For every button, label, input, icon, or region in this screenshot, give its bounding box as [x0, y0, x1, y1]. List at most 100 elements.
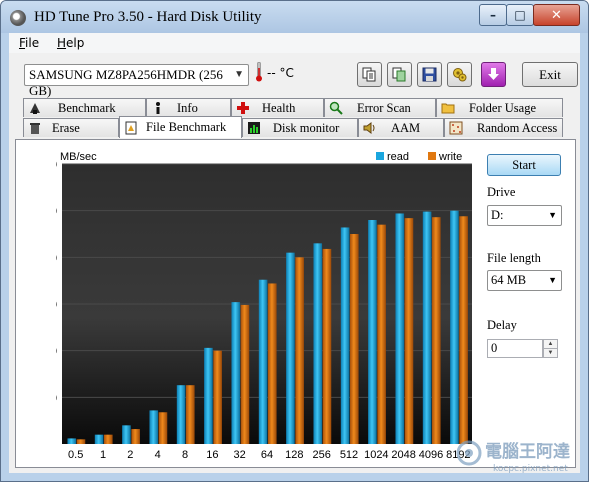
tab-error-scan[interactable]: Error Scan [324, 98, 436, 117]
x-tick-label: 8 [182, 449, 188, 461]
write-bar [322, 248, 332, 444]
delay-decrement-button[interactable]: ▼ [543, 348, 558, 358]
download-icon [488, 68, 499, 80]
write-bar [295, 257, 304, 444]
file-benchmark-panel: MB/sec readwrite 50100150200250300 0.512… [15, 139, 576, 468]
temperature-readout: -- °C [267, 66, 294, 80]
tab-random-access[interactable]: Random Access [444, 118, 563, 137]
read-bar [176, 385, 186, 444]
folder-icon [441, 103, 455, 114]
options-button[interactable] [447, 62, 472, 87]
tab-benchmark[interactable]: Benchmark [23, 98, 146, 117]
app-icon [10, 10, 26, 26]
drive-select[interactable]: SAMSUNG MZ8PA256HMDR (256 GB) ▼ [24, 64, 249, 98]
drive-label: Drive [487, 185, 516, 199]
read-bar [231, 302, 241, 444]
tab-aam[interactable]: AAM [358, 118, 444, 137]
x-tick-label: 4096 [419, 449, 443, 461]
copy-text-icon [362, 67, 376, 82]
write-bar [158, 412, 168, 444]
file-length-select[interactable]: 64 MB ▼ [487, 270, 562, 291]
delay-label: Delay [487, 318, 517, 332]
menu-bar: File Help [9, 33, 580, 53]
read-bar [340, 227, 350, 444]
benchmark-chart: MB/sec readwrite 50100150200250300 0.512… [56, 151, 472, 461]
tab-disk-monitor[interactable]: Disk monitor [242, 118, 358, 137]
tab-info[interactable]: Info [146, 98, 231, 117]
y-tick-label: 250 [56, 206, 57, 218]
read-bar [450, 210, 459, 444]
save-button[interactable] [417, 62, 442, 87]
thermometer-icon [256, 62, 262, 82]
trash-icon [30, 123, 40, 134]
maximize-button[interactable]: □ [506, 4, 534, 26]
x-tick-label: 1024 [364, 449, 388, 461]
read-bar [286, 252, 295, 444]
benchmark-icon [30, 103, 40, 114]
start-button[interactable]: Start [487, 154, 561, 176]
copy-screen-icon [392, 67, 406, 82]
chevron-down-icon: ▼ [234, 69, 244, 80]
write-bar [240, 304, 250, 444]
read-bar [122, 425, 131, 444]
write-bar [268, 283, 277, 444]
read-bar [313, 243, 323, 444]
y-tick-label: 300 [56, 159, 57, 171]
minimize-button[interactable]: – [479, 4, 507, 26]
menu-help[interactable]: Help [57, 36, 84, 50]
y-tick-label: 100 [56, 346, 57, 358]
watermark-logo: 電腦王阿達 kocpc.pixnet.net [456, 440, 570, 474]
tab-folder-usage[interactable]: Folder Usage [436, 98, 563, 117]
file-benchmark-icon [125, 121, 137, 134]
x-tick-label: 1 [100, 449, 106, 461]
write-bar [350, 234, 359, 444]
x-tick-label: 0.5 [68, 449, 83, 461]
window-title: HD Tune Pro 3.50 - Hard Disk Utility [34, 9, 262, 25]
write-bar [432, 217, 441, 444]
read-bar [149, 410, 159, 444]
write-legend-label: write [438, 151, 462, 163]
delay-value: 0 [491, 341, 498, 355]
delay-input[interactable]: 0 [487, 339, 543, 358]
x-tick-label: 256 [312, 449, 330, 461]
client-area: File Help SAMSUNG MZ8PA256HMDR (256 GB) … [9, 33, 580, 473]
tab-file-benchmark[interactable]: File Benchmark [119, 116, 242, 138]
disk-monitor-icon [248, 122, 260, 134]
file-length-value: 64 MB [491, 273, 527, 287]
close-button[interactable]: ✕ [533, 4, 580, 26]
menu-file[interactable]: File [19, 36, 39, 50]
title-bar[interactable]: HD Tune Pro 3.50 - Hard Disk Utility – □… [1, 1, 588, 33]
exit-button[interactable]: Exit [522, 62, 578, 87]
maximize-icon: □ [514, 8, 526, 22]
x-tick-label: 2048 [391, 449, 415, 461]
copy-screenshot-button[interactable] [387, 62, 412, 87]
write-bar [131, 429, 140, 444]
write-legend-swatch [428, 152, 436, 160]
speaker-icon [363, 122, 375, 134]
tab-health[interactable]: Health [231, 98, 324, 117]
drive-letter-select[interactable]: D: ▼ [487, 205, 562, 226]
health-icon [237, 102, 249, 114]
random-access-icon [449, 121, 463, 135]
drive-letter-value: D: [491, 208, 504, 222]
y-tick-label: 50 [56, 392, 57, 404]
download-button[interactable] [481, 62, 506, 87]
x-tick-label: 2 [127, 449, 133, 461]
x-tick-label: 4 [155, 449, 161, 461]
read-bar [94, 434, 104, 444]
write-bar [459, 216, 468, 444]
read-bar [368, 220, 377, 444]
chevron-down-icon: ▼ [548, 275, 557, 285]
save-icon [422, 67, 437, 82]
x-tick-label: 32 [234, 449, 246, 461]
copy-text-button[interactable] [357, 62, 382, 87]
tab-erase[interactable]: Erase [23, 118, 119, 137]
x-tick-label: 16 [206, 449, 218, 461]
y-tick-label: 150 [56, 299, 57, 311]
app-window: HD Tune Pro 3.50 - Hard Disk Utility – □… [0, 0, 589, 482]
write-bar [377, 224, 386, 444]
read-legend-swatch [376, 152, 384, 160]
options-icon [453, 68, 467, 82]
x-tick-label: 512 [340, 449, 358, 461]
read-bar [67, 438, 77, 444]
